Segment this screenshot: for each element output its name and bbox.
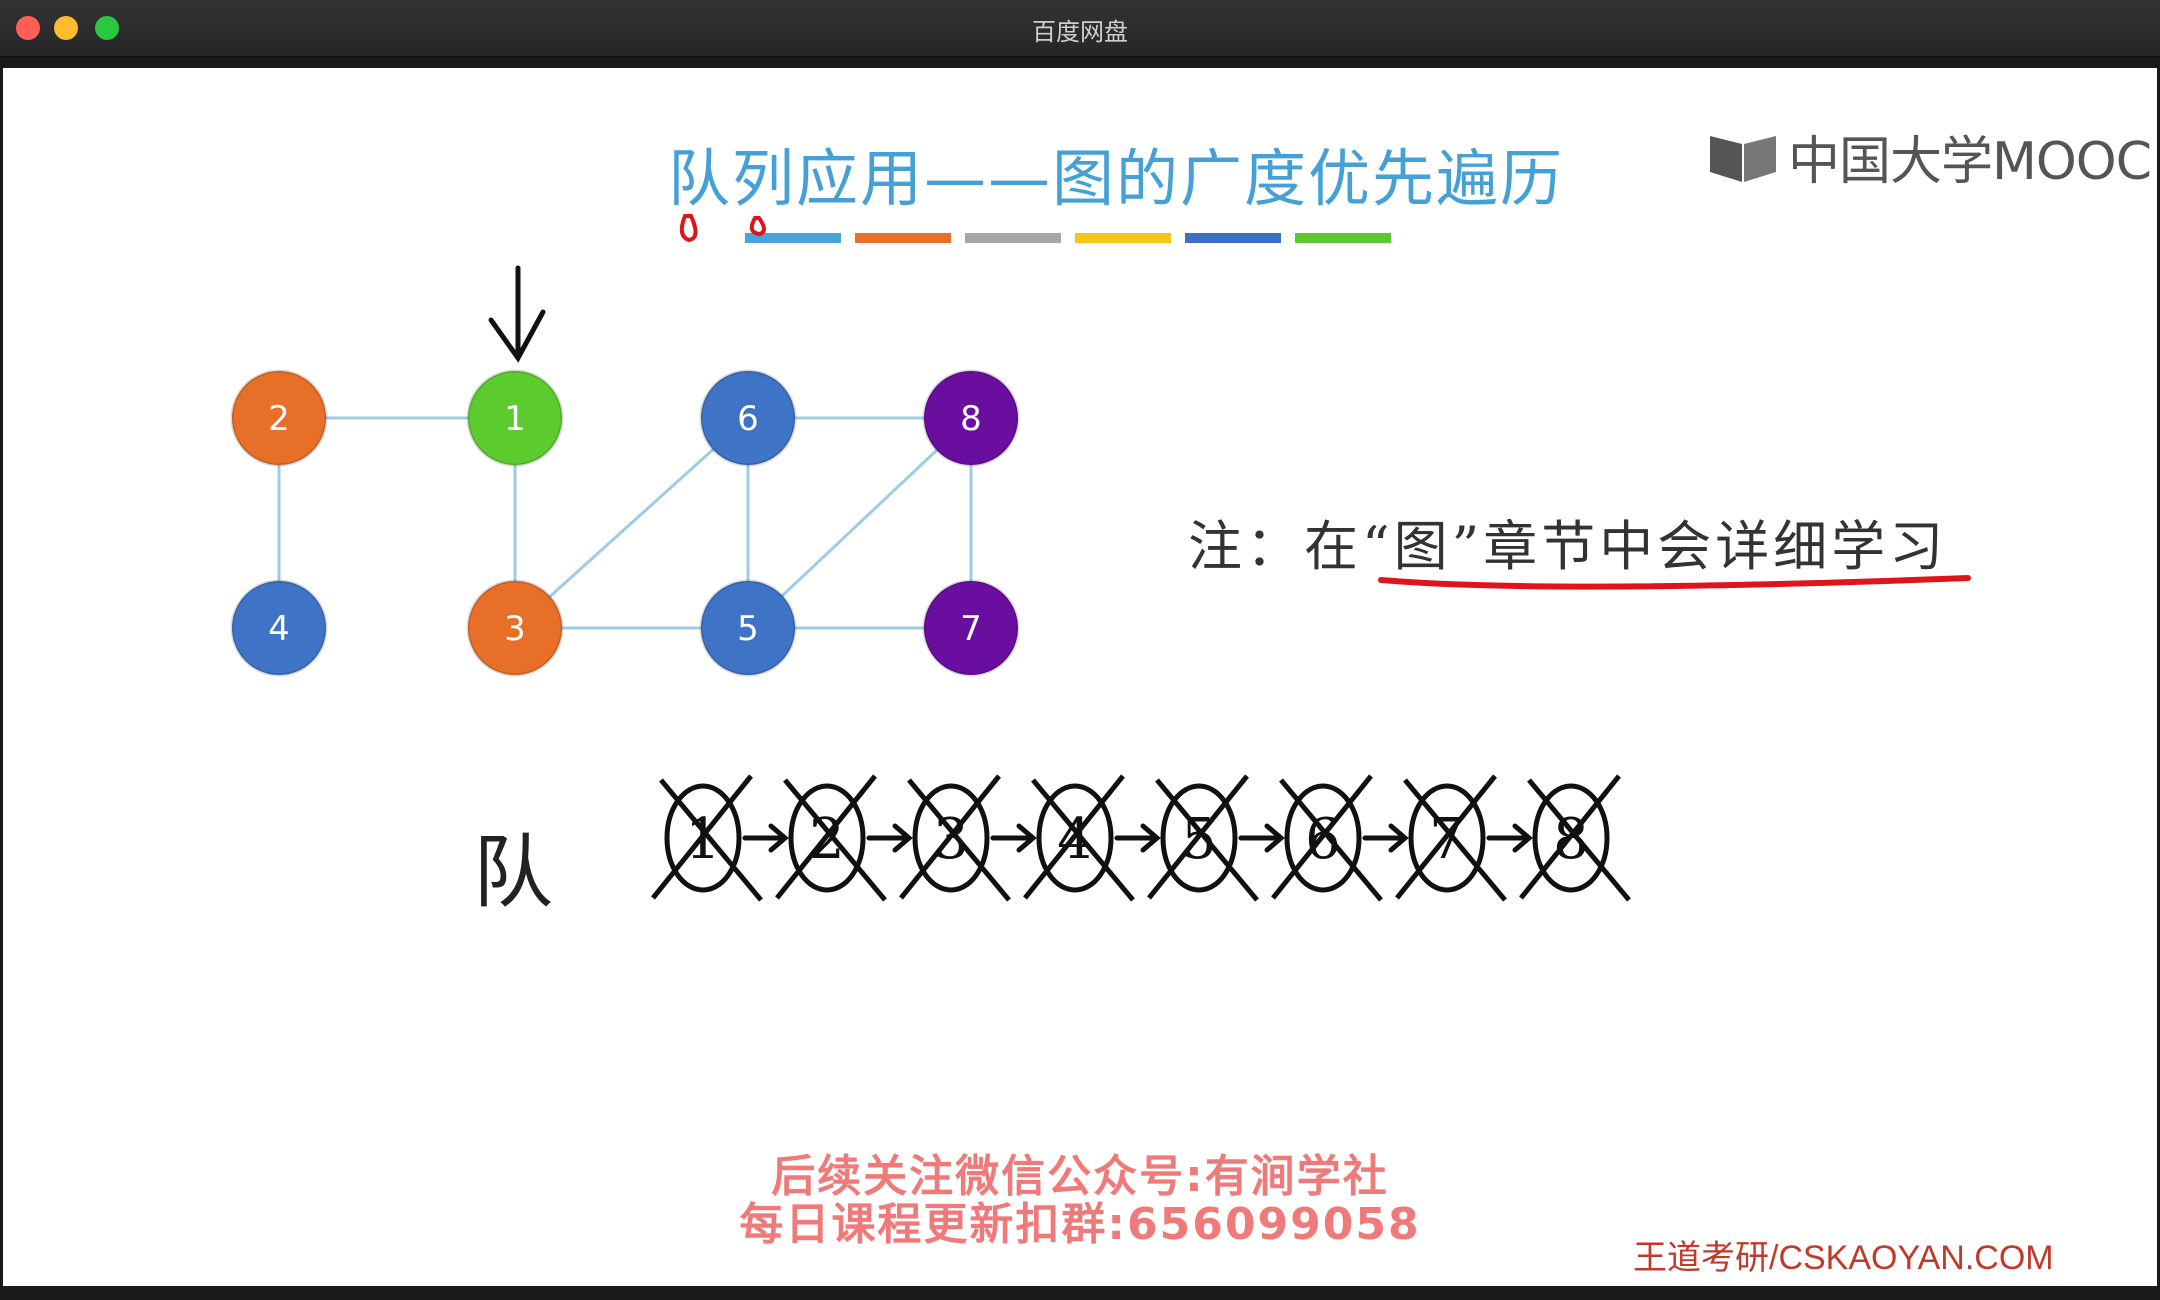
queue-item-4: 4 xyxy=(1023,774,1161,902)
graph-node-5: 5 xyxy=(699,579,797,677)
red-mark-2 xyxy=(749,216,766,237)
window-titlebar: 百度网盘 xyxy=(0,0,2160,57)
video-frame[interactable]: 队列应用——图的广度优先遍历 中国大学MOOC 注：在“图”章节中会详细学习 队… xyxy=(3,68,2157,1286)
graph-node-4: 4 xyxy=(230,579,328,677)
queue-item-3: 3 xyxy=(899,774,1037,902)
graph-node-label: 4 xyxy=(268,609,290,649)
graph-node-8: 8 xyxy=(922,369,1020,467)
graph-node-label: 1 xyxy=(504,399,526,439)
queue-item-6: 6 xyxy=(1271,774,1409,902)
graph-node-label: 7 xyxy=(960,609,982,649)
graph-node-3: 3 xyxy=(466,579,564,677)
arrow-right-icon xyxy=(1486,823,1533,853)
queue-item-8: 8 xyxy=(1519,774,1631,902)
queue-item-2: 2 xyxy=(775,774,913,902)
red-underline xyxy=(1378,575,1971,590)
graph-node-1: 1 xyxy=(466,369,564,467)
arrow-down-icon xyxy=(488,265,546,363)
graph-node-label: 3 xyxy=(504,609,526,649)
graph-node-7: 7 xyxy=(922,579,1020,677)
slide-drawing: 1234 5678 12345678 xyxy=(230,214,1971,902)
graph-edges xyxy=(277,416,973,630)
arrow-right-icon xyxy=(866,823,913,853)
graph-node-label: 8 xyxy=(960,399,982,439)
graph-node-label: 5 xyxy=(737,609,759,649)
red-mark-1 xyxy=(679,214,698,243)
queue-item-5: 5 xyxy=(1147,774,1285,902)
arrow-right-icon xyxy=(1362,823,1409,853)
window-title: 百度网盘 xyxy=(1032,18,1128,46)
queue-item-1: 1 xyxy=(651,774,789,902)
queue-sequence: 12345678 xyxy=(651,774,1631,902)
arrow-right-icon xyxy=(1114,823,1161,853)
graph-node-label: 2 xyxy=(268,399,290,439)
graph-node-6: 6 xyxy=(699,369,797,467)
queue-item-7: 7 xyxy=(1395,774,1533,902)
graph-node-label: 6 xyxy=(737,399,759,439)
arrow-right-icon xyxy=(742,823,789,853)
arrow-right-icon xyxy=(1238,823,1285,853)
arrow-right-icon xyxy=(990,823,1037,853)
graph-node-2: 2 xyxy=(230,369,328,467)
